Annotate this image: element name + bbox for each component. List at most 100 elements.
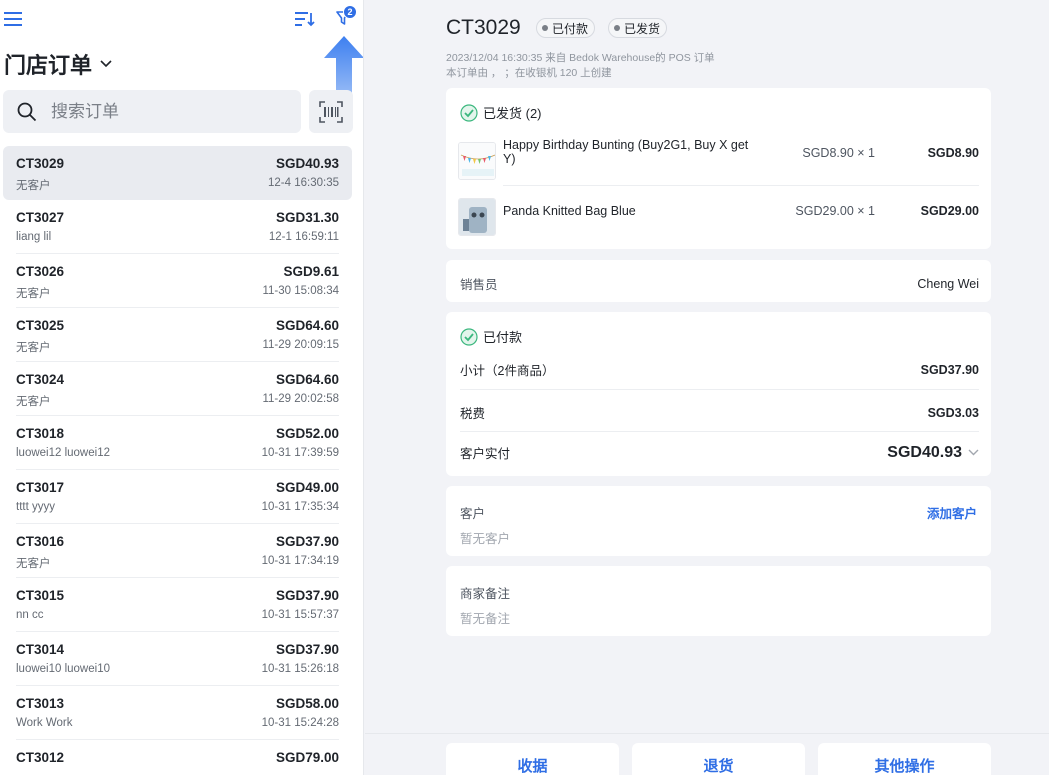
subtotal-row: 小计（2件商品） SGD37.90 <box>460 360 979 379</box>
order-amount: SGD31.30 <box>275 210 339 225</box>
order-list-item[interactable]: CT3012 SGD79.00 <box>3 740 352 775</box>
order-amount: SGD37.90 <box>275 642 339 657</box>
payment-section-header: 已付款 <box>460 327 522 346</box>
order-customer: nn cc <box>16 609 44 621</box>
order-time: 10-31 17:35:34 <box>261 501 339 513</box>
product-name: Happy Birthday Bunting (Buy2G1, Buy X ge… <box>503 138 749 166</box>
return-button[interactable]: 退货 <box>632 743 805 775</box>
status-badge-label: 已付款 <box>552 21 589 36</box>
unit-price-quantity: SGD8.90 × 1 <box>802 146 875 160</box>
order-time: 11-29 20:02:58 <box>262 393 339 405</box>
customer-card: 客户 添加客户 暂无客户 <box>446 486 991 556</box>
salesperson-row: 销售员 Cheng Wei <box>460 274 979 293</box>
merchant-note-card: 商家备注 暂无备注 <box>446 566 991 636</box>
row-divider <box>503 185 979 186</box>
salesperson-value: Cheng Wei <box>917 276 979 291</box>
order-time: 10-31 15:24:28 <box>261 717 339 729</box>
subtotal-value: SGD37.90 <box>920 362 979 377</box>
chevron-down-icon <box>100 60 112 68</box>
order-list-item[interactable]: CT3026 SGD9.61 无客户 11-30 15:08:34 <box>3 254 352 308</box>
sort-icon[interactable] <box>294 8 316 30</box>
row-divider <box>460 389 979 390</box>
salesperson-card: 销售员 Cheng Wei <box>446 260 991 302</box>
order-list-item[interactable]: CT3016 SGD37.90 无客户 10-31 17:34:19 <box>3 524 352 578</box>
order-list-item[interactable]: CT3014 SGD37.90 luowei10 luowei10 10-31 … <box>3 632 352 686</box>
order-meta-creator: 本订单由 ， ；在收银机 120 上创建 <box>446 67 612 79</box>
order-amount: SGD40.93 <box>275 156 339 171</box>
order-time: 11-29 20:09:15 <box>262 339 339 351</box>
order-list-item[interactable]: CT3025 SGD64.60 无客户 11-29 20:09:15 <box>3 308 352 362</box>
note-empty: 暂无备注 <box>460 612 511 626</box>
customer-empty: 暂无客户 <box>460 532 511 546</box>
order-customer: 无客户 <box>16 396 51 408</box>
section-title: 已发货 (2) <box>483 106 542 121</box>
order-id: CT3026 <box>16 264 65 279</box>
order-list-item[interactable]: CT3018 SGD52.00 luowei12 luowei12 10-31 … <box>3 416 352 470</box>
order-customer: 无客户 <box>16 342 51 354</box>
menu-icon[interactable] <box>2 8 24 30</box>
order-amount: SGD37.90 <box>275 534 339 549</box>
order-list-item[interactable]: CT3027 SGD31.30 liang lil 12-1 16:59:11 <box>3 200 352 254</box>
order-time: 10-31 17:39:59 <box>261 447 339 459</box>
status-badge-paid: 已付款 <box>536 18 596 38</box>
order-id: CT3014 <box>16 642 65 657</box>
order-list-item[interactable]: CT3024 SGD64.60 无客户 11-29 20:02:58 <box>3 362 352 416</box>
receipt-button[interactable]: 收据 <box>446 743 619 775</box>
barcode-scan-icon[interactable] <box>309 90 353 133</box>
order-customer: luowei10 luowei10 <box>16 663 110 675</box>
order-customer: 无客户 <box>16 288 51 300</box>
order-id: CT3018 <box>16 426 65 441</box>
filter-count-badge: 2 <box>343 5 357 19</box>
product-thumbnail <box>458 142 496 180</box>
order-time: 10-31 15:26:18 <box>261 663 339 675</box>
order-list-item[interactable]: CT3013 SGD58.00 Work Work 10-31 15:24:28 <box>3 686 352 740</box>
add-customer-button[interactable]: 添加客户 <box>927 503 977 522</box>
row-divider <box>460 431 979 432</box>
chevron-down-icon <box>968 449 979 456</box>
search-box <box>3 90 301 133</box>
order-customer: 无客户 <box>16 558 51 570</box>
order-time: 12-4 16:30:35 <box>268 177 339 189</box>
order-amount: SGD64.60 <box>275 372 339 387</box>
order-amount: SGD9.61 <box>283 264 339 279</box>
check-circle-icon <box>460 327 478 346</box>
dot-icon <box>614 25 620 31</box>
line-total: SGD29.00 <box>920 204 979 218</box>
order-id: CT3016 <box>16 534 65 549</box>
product-thumbnail <box>458 198 496 236</box>
order-time: 10-31 17:34:19 <box>261 555 339 567</box>
search-input[interactable] <box>51 101 271 122</box>
shipped-items-card: 已发货 (2) Happy Birthday Bunting (Buy2G1, … <box>446 88 991 249</box>
order-time: 12-1 16:59:11 <box>268 231 339 243</box>
check-circle-icon <box>460 103 478 122</box>
order-amount: SGD79.00 <box>275 750 339 765</box>
customer-label: 客户 <box>460 507 486 521</box>
note-label: 商家备注 <box>460 587 511 601</box>
line-item[interactable]: Happy Birthday Bunting (Buy2G1, Buy X ge… <box>446 134 991 186</box>
more-actions-button[interactable]: 其他操作 <box>818 743 991 775</box>
order-list-item[interactable]: CT3015 SGD37.90 nn cc 10-31 15:57:37 <box>3 578 352 632</box>
order-customer: 无客户 <box>16 180 51 192</box>
tax-label: 税费 <box>460 407 486 421</box>
paid-value: SGD40.93 <box>887 443 962 461</box>
order-customer: liang lil <box>16 231 52 243</box>
order-list-item[interactable]: CT3029 SGD40.93 无客户 12-4 16:30:35 <box>3 146 352 200</box>
order-list-item[interactable]: CT3017 SGD49.00 tttt yyyy 10-31 17:35:34 <box>3 470 352 524</box>
payment-card: 已付款 小计（2件商品） SGD37.90 税费 SGD3.03 客户实付 SG… <box>446 312 991 476</box>
paid-row[interactable]: 客户实付 SGD40.93 <box>460 443 979 462</box>
line-item[interactable]: Panda Knitted Bag Blue SGD29.00 × 1 SGD2… <box>446 192 991 244</box>
line-total: SGD8.90 <box>927 146 979 160</box>
order-id: CT3029 <box>16 156 65 171</box>
section-title: 已付款 <box>483 330 523 345</box>
store-orders-dropdown[interactable]: 门店订单 <box>4 48 112 80</box>
tax-row: 税费 SGD3.03 <box>460 403 979 422</box>
order-id: CT3012 <box>16 750 65 765</box>
order-id: CT3013 <box>16 696 65 711</box>
order-meta-source: 2023/12/04 16:30:35 来自 Bedok Warehouse的 … <box>446 52 715 64</box>
order-time: 10-31 15:57:37 <box>261 609 339 621</box>
order-id: CT3017 <box>16 480 65 495</box>
order-amount: SGD64.60 <box>275 318 339 333</box>
order-amount: SGD52.00 <box>275 426 339 441</box>
order-id: CT3024 <box>16 372 65 387</box>
search-icon <box>17 102 37 121</box>
